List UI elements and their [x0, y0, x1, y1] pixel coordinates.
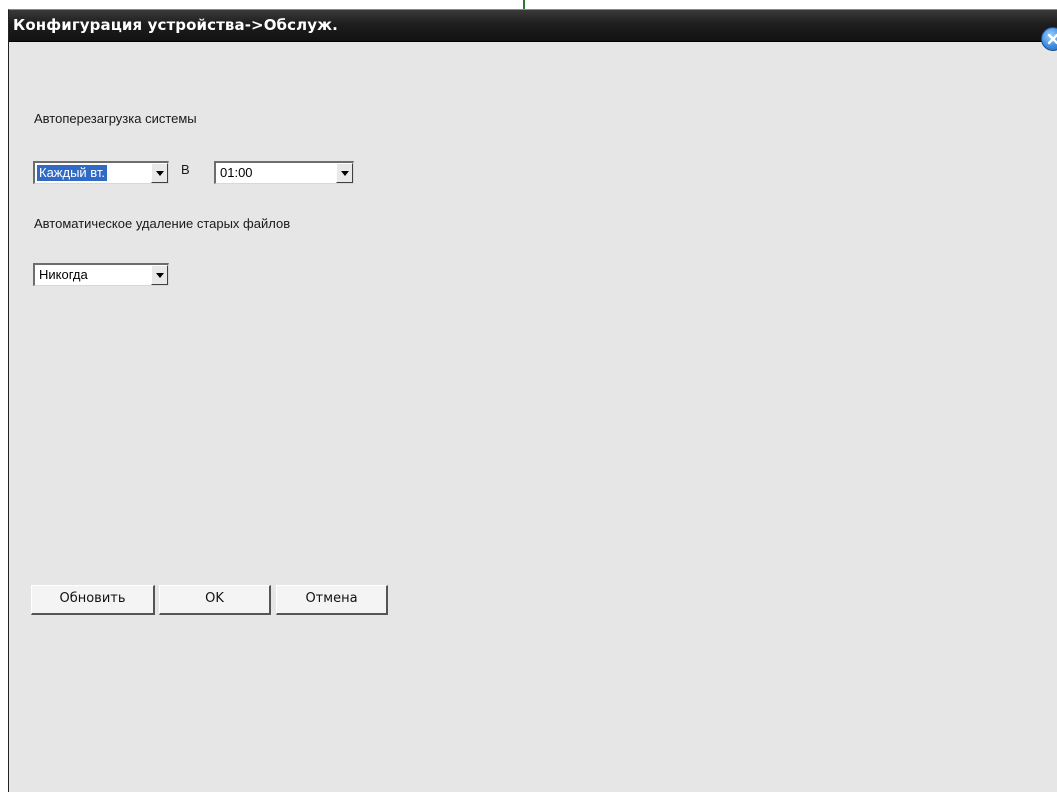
- chevron-down-icon[interactable]: [336, 163, 353, 183]
- close-icon: [1047, 33, 1057, 45]
- close-button[interactable]: [1041, 27, 1057, 51]
- cancel-button[interactable]: Отмена: [276, 585, 388, 615]
- auto-delete-label: Автоматическое удаление старых файлов: [34, 216, 291, 231]
- auto-delete-value: Никогда: [39, 267, 88, 282]
- ok-button[interactable]: OK: [159, 585, 271, 615]
- reboot-day-value: Каждый вт.: [37, 165, 108, 181]
- auto-delete-select[interactable]: Никогда: [33, 263, 169, 286]
- reboot-time-value: 01:00: [220, 165, 253, 180]
- chevron-down-icon[interactable]: [151, 265, 168, 285]
- auto-reboot-label: Автоперезагрузка системы: [34, 111, 197, 126]
- chevron-down-icon[interactable]: [151, 163, 168, 183]
- dialog-title: Конфигурация устройства->Обслуж.: [13, 16, 338, 34]
- top-marker: [523, 0, 525, 9]
- maintenance-dialog: Конфигурация устройства->Обслуж. Автопер…: [8, 9, 1057, 792]
- reboot-day-select[interactable]: Каждый вт.: [33, 161, 169, 184]
- at-label: В: [181, 162, 190, 177]
- refresh-button[interactable]: Обновить: [31, 585, 155, 615]
- reboot-time-select[interactable]: 01:00: [214, 161, 354, 184]
- titlebar: Конфигурация устройства->Обслуж.: [9, 10, 1057, 51]
